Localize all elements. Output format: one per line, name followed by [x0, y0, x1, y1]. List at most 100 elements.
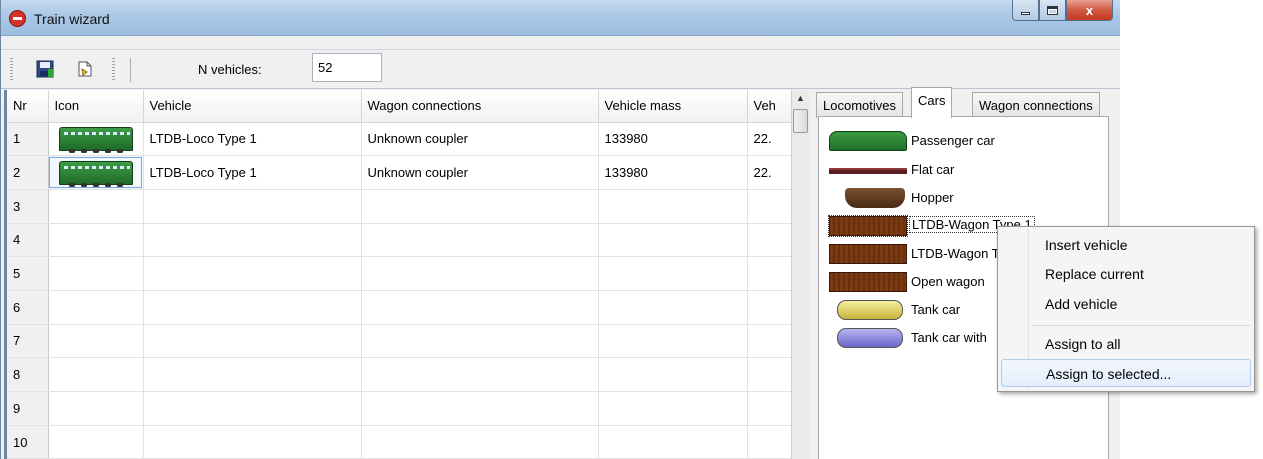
vehicle-cell[interactable] [143, 256, 362, 291]
menu-item-insert-vehicle[interactable]: Insert vehicle [1001, 231, 1251, 259]
menu-item-assign-to-selected[interactable]: Assign to selected... [1001, 359, 1251, 387]
vehicle-mass-cell[interactable] [598, 357, 748, 392]
row-number[interactable]: 6 [7, 290, 49, 325]
veh-cell[interactable] [747, 223, 792, 258]
toolbar-grip[interactable] [10, 58, 13, 82]
row-number[interactable]: 3 [7, 189, 49, 224]
table-row[interactable]: 6 [7, 290, 792, 325]
export-icon[interactable] [76, 60, 94, 78]
row-number[interactable]: 10 [7, 425, 49, 459]
vehicle-icon-cell[interactable] [48, 223, 144, 258]
vehicle-cell[interactable] [143, 357, 362, 392]
vehicle-icon-cell[interactable] [48, 324, 144, 359]
row-number[interactable]: 2 [7, 155, 49, 190]
minimize-button[interactable] [1012, 0, 1039, 21]
column-header-veh[interactable]: Veh [747, 90, 792, 123]
column-header-vehicle[interactable]: Vehicle [143, 90, 362, 123]
vehicle-mass-cell[interactable] [598, 256, 748, 291]
scroll-up-arrow-icon[interactable]: ▲ [792, 90, 809, 107]
vehicle-mass-cell[interactable]: 133980 [598, 155, 748, 190]
wagon-connection-cell[interactable] [361, 425, 599, 459]
save-icon[interactable] [36, 60, 54, 78]
list-item[interactable]: Hopper [825, 186, 1105, 210]
wagon-connection-cell[interactable] [361, 256, 599, 291]
wagon-connection-cell[interactable]: Unknown coupler [361, 122, 599, 157]
vehicle-mass-cell[interactable] [598, 189, 748, 224]
veh-cell[interactable] [747, 391, 792, 426]
table-row[interactable]: 1 LTDB-Loco Type 1 Unknown coupler 13398… [7, 122, 792, 157]
table-row[interactable]: 4 [7, 223, 792, 258]
table-row[interactable]: 2 LTDB-Loco Type 1 Unknown coupler 13398… [7, 155, 792, 190]
column-header-nr[interactable]: Nr [7, 90, 49, 123]
vehicle-icon-cell[interactable] [48, 357, 144, 392]
scroll-thumb[interactable] [793, 109, 808, 133]
table-row[interactable]: 5 [7, 256, 792, 291]
vehicle-grid[interactable]: Nr Icon Vehicle Wagon connections Vehicl… [4, 90, 809, 459]
menu-item-assign-to-all[interactable]: Assign to all [1001, 330, 1251, 358]
train-wizard-window: Train wizard x N vehicles: 52 Nr Icon Ve… [0, 0, 1120, 459]
vehicle-icon-cell[interactable] [48, 290, 144, 325]
table-row[interactable]: 7 [7, 324, 792, 359]
list-item[interactable]: Flat car [825, 158, 1105, 182]
row-number[interactable]: 1 [7, 122, 49, 157]
menu-item-add-vehicle[interactable]: Add vehicle [1001, 290, 1251, 318]
wagon-connection-cell[interactable] [361, 189, 599, 224]
wagon-connection-cell[interactable] [361, 290, 599, 325]
close-button[interactable]: x [1066, 0, 1113, 21]
vehicle-icon-cell[interactable] [48, 425, 144, 459]
list-item[interactable]: Passenger car [825, 129, 1105, 153]
vehicle-mass-cell[interactable] [598, 425, 748, 459]
vehicle-cell[interactable]: LTDB-Loco Type 1 [143, 155, 362, 190]
vehicle-cell[interactable]: LTDB-Loco Type 1 [143, 122, 362, 157]
vehicle-mass-cell[interactable] [598, 290, 748, 325]
n-vehicles-input[interactable] [312, 53, 382, 82]
vehicle-mass-cell[interactable]: 133980 [598, 122, 748, 157]
vehicle-mass-cell[interactable] [598, 324, 748, 359]
wagon-connection-cell[interactable] [361, 324, 599, 359]
grid-vertical-scrollbar[interactable]: ▲ [791, 90, 809, 459]
tab-cars[interactable]: Cars [911, 87, 953, 118]
table-row[interactable]: 9 [7, 391, 792, 426]
vehicle-cell[interactable] [143, 290, 362, 325]
wagon-connection-cell[interactable] [361, 391, 599, 426]
vehicle-cell[interactable] [143, 425, 362, 459]
tab-wagon-connections[interactable]: Wagon connections [972, 92, 1100, 118]
row-number[interactable]: 4 [7, 223, 49, 258]
veh-cell[interactable] [747, 324, 792, 359]
vehicle-icon-cell[interactable] [48, 256, 144, 291]
row-number[interactable]: 8 [7, 357, 49, 392]
veh-cell[interactable] [747, 357, 792, 392]
vehicle-icon-cell-selected[interactable] [48, 155, 144, 190]
wagon-connection-cell[interactable] [361, 223, 599, 258]
row-number[interactable]: 5 [7, 256, 49, 291]
column-header-icon[interactable]: Icon [48, 90, 144, 123]
vehicle-cell[interactable] [143, 189, 362, 224]
vehicle-icon-cell[interactable] [48, 122, 144, 157]
vehicle-icon-cell[interactable] [48, 189, 144, 224]
row-number[interactable]: 9 [7, 391, 49, 426]
veh-cell[interactable]: 22. [747, 155, 792, 190]
menu-item-replace-current[interactable]: Replace current [1001, 260, 1251, 288]
toolbar-grip-2[interactable] [112, 58, 115, 82]
wagon-connection-cell[interactable] [361, 357, 599, 392]
veh-cell[interactable] [747, 256, 792, 291]
vehicle-icon-cell[interactable] [48, 391, 144, 426]
veh-cell[interactable] [747, 425, 792, 459]
column-header-vehicle-mass[interactable]: Vehicle mass [598, 90, 748, 123]
veh-cell[interactable] [747, 189, 792, 224]
table-row[interactable]: 10 [7, 425, 792, 459]
vehicle-cell[interactable] [143, 223, 362, 258]
vehicle-mass-cell[interactable] [598, 223, 748, 258]
maximize-button[interactable] [1039, 0, 1066, 21]
veh-cell[interactable] [747, 290, 792, 325]
table-row[interactable]: 3 [7, 189, 792, 224]
vehicle-mass-cell[interactable] [598, 391, 748, 426]
veh-cell[interactable]: 22. [747, 122, 792, 157]
wagon-connection-cell[interactable]: Unknown coupler [361, 155, 599, 190]
vehicle-cell[interactable] [143, 391, 362, 426]
column-header-wagon-connections[interactable]: Wagon connections [361, 90, 599, 123]
tab-locomotives[interactable]: Locomotives [816, 92, 903, 118]
vehicle-cell[interactable] [143, 324, 362, 359]
row-number[interactable]: 7 [7, 324, 49, 359]
table-row[interactable]: 8 [7, 357, 792, 392]
